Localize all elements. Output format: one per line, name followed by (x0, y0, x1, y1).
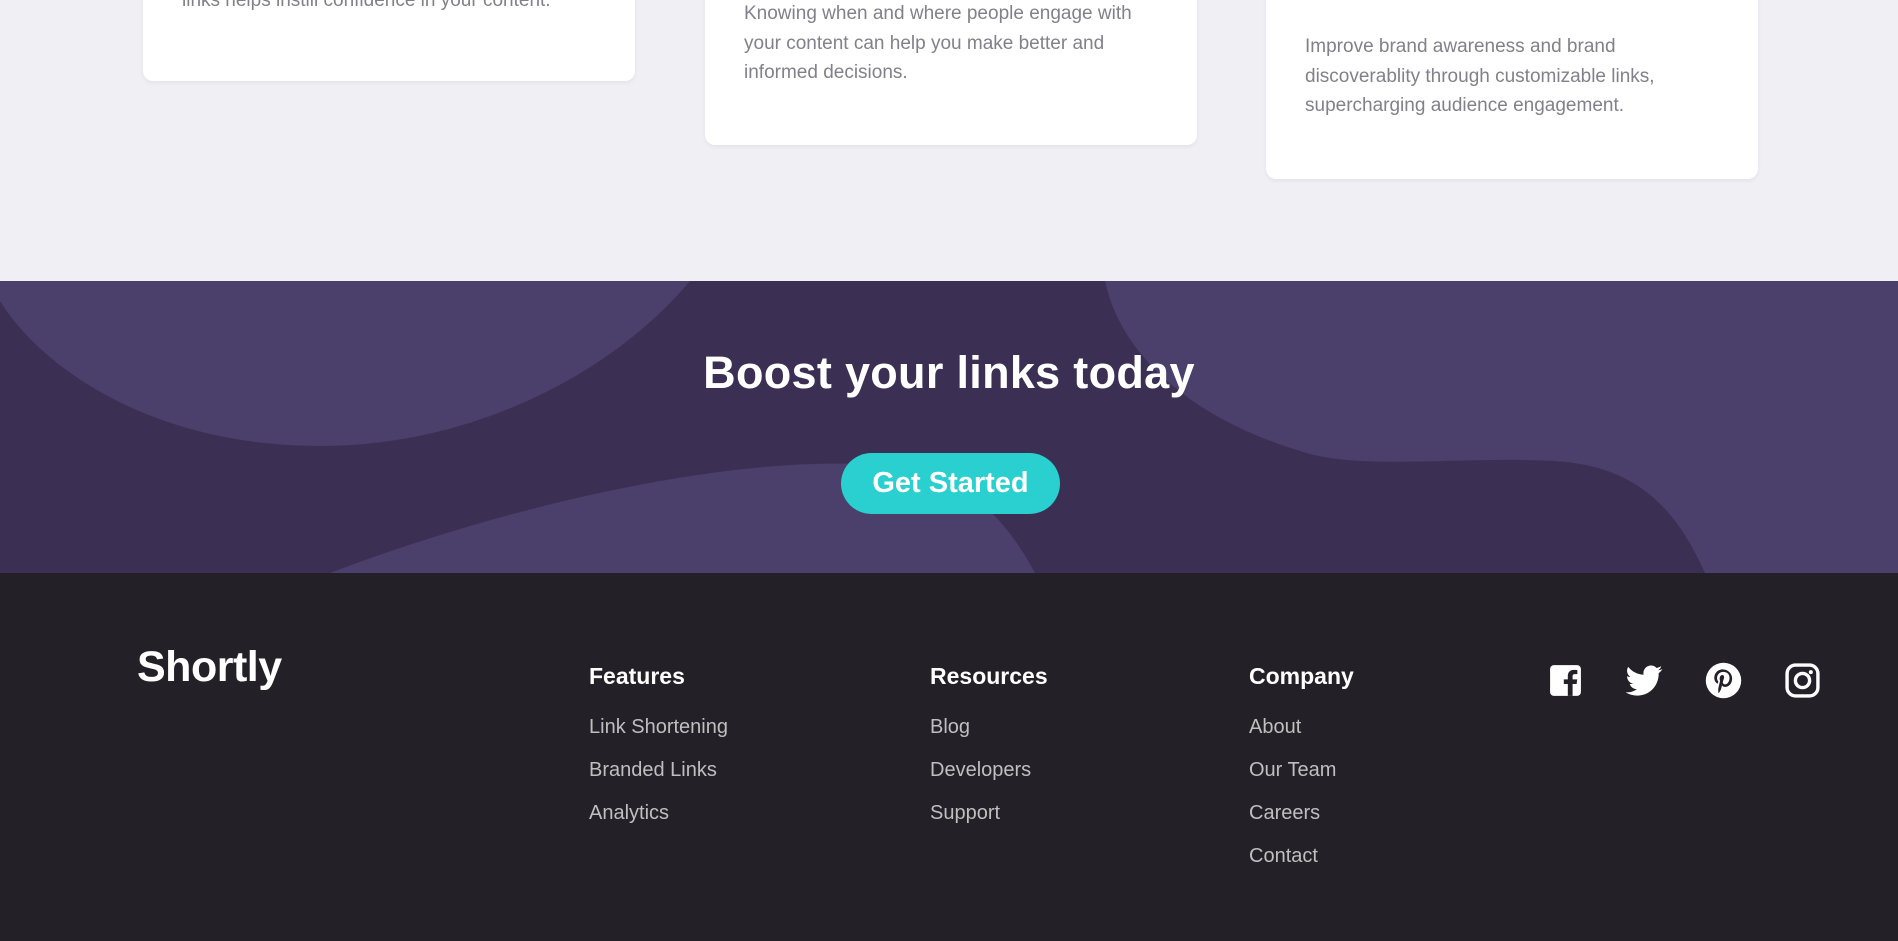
footer-link-about[interactable]: About (1249, 716, 1354, 739)
footer-link-our-team[interactable]: Our Team (1249, 759, 1354, 782)
footer-column-title: Features (589, 663, 685, 689)
feature-card-text: links helps instill confidence in your c… (182, 0, 551, 11)
social-links (1547, 662, 1821, 699)
facebook-icon[interactable] (1547, 662, 1584, 699)
footer-link-blog[interactable]: Blog (930, 716, 1048, 739)
footer-column-title: Company (1249, 663, 1354, 689)
footer-link-link-shortening[interactable]: Link Shortening (589, 716, 728, 739)
footer-link-branded-links[interactable]: Branded Links (589, 759, 728, 782)
footer-column-title: Resources (930, 663, 1048, 689)
footer-link-developers[interactable]: Developers (930, 759, 1048, 782)
footer-column-company: Company About Our Team Careers Contact (1249, 663, 1354, 888)
features-cards: links helps instill confidence in your c… (0, 0, 1898, 281)
footer-link-support[interactable]: Support (930, 802, 1048, 825)
get-started-button[interactable]: Get Started (841, 453, 1060, 514)
boost-title: Boost your links today (703, 347, 1195, 398)
footer-column-resources: Resources Blog Developers Support (930, 663, 1048, 845)
instagram-icon[interactable] (1784, 662, 1821, 699)
feature-card-detailed-records: Knowing when and where people engage wit… (705, 0, 1197, 145)
footer-column-features: Features Link Shortening Branded Links A… (589, 663, 728, 845)
footer-link-analytics[interactable]: Analytics (589, 802, 728, 825)
feature-card-fully-customizable: Improve brand awareness and brand discov… (1266, 0, 1758, 179)
twitter-icon[interactable] (1626, 662, 1663, 699)
footer-link-contact[interactable]: Contact (1249, 845, 1354, 868)
boost-section: Boost your links today Get Started (0, 281, 1898, 573)
footer-logo[interactable]: Shortly (137, 643, 282, 692)
boost-background-shapes (0, 281, 1898, 573)
feature-card-brand-recognition: links helps instill confidence in your c… (143, 0, 635, 81)
pinterest-icon[interactable] (1705, 662, 1742, 699)
footer: Shortly Features Link Shortening Branded… (0, 573, 1898, 941)
feature-card-text: Improve brand awareness and brand discov… (1305, 36, 1655, 116)
footer-link-careers[interactable]: Careers (1249, 802, 1354, 825)
feature-card-text: Knowing when and where people engage wit… (744, 3, 1132, 83)
